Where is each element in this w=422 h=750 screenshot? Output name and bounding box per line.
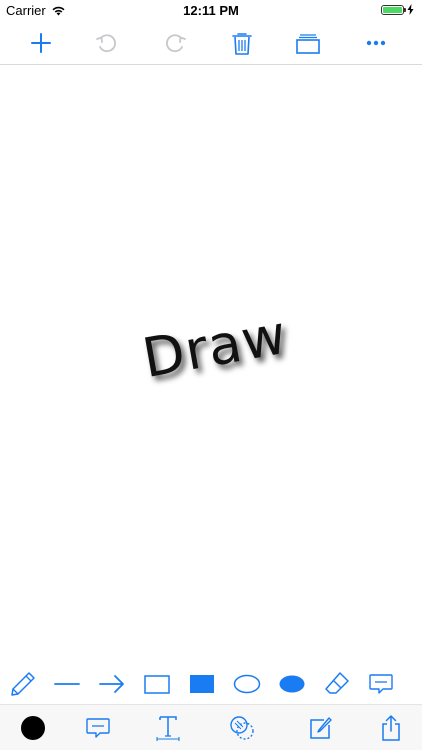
pencil-icon <box>11 672 35 696</box>
charging-bolt-icon <box>407 4 414 15</box>
more-icon <box>366 40 386 46</box>
text-tool-icon <box>156 716 180 741</box>
share-button[interactable] <box>373 711 409 745</box>
bottom-toolbar <box>0 704 422 750</box>
clock: 12:11 PM <box>183 3 239 18</box>
top-toolbar <box>0 22 422 65</box>
layers-icon <box>296 34 320 54</box>
add-icon <box>31 33 51 53</box>
redo-icon <box>166 34 186 53</box>
share-icon <box>382 715 400 741</box>
line-tool[interactable] <box>50 668 84 700</box>
shape-tools-row <box>0 664 422 704</box>
comment-icon <box>86 718 110 738</box>
text-tool-button[interactable] <box>150 711 186 745</box>
delete-button[interactable] <box>224 26 260 60</box>
callout-tool[interactable] <box>364 668 398 700</box>
undo-button[interactable] <box>89 26 125 60</box>
eraser-icon <box>325 672 349 694</box>
pencil-tool[interactable] <box>6 668 40 700</box>
edit-button[interactable] <box>303 711 339 745</box>
rectangle-outline-icon <box>144 675 170 694</box>
arrow-tool[interactable] <box>95 668 129 700</box>
status-bar: Carrier 12:11 PM <box>0 0 422 22</box>
line-icon <box>54 683 80 685</box>
add-button[interactable] <box>23 26 59 60</box>
redo-button[interactable] <box>157 26 193 60</box>
rectangle-outline-tool[interactable] <box>140 668 174 700</box>
ellipse-filled-icon <box>279 675 305 693</box>
rectangle-filled-tool[interactable] <box>185 668 219 700</box>
edit-icon <box>310 717 332 739</box>
more-button[interactable] <box>358 26 394 60</box>
ellipse-outline-tool[interactable] <box>230 668 264 700</box>
color-swatch <box>21 716 45 740</box>
trash-icon <box>232 33 252 55</box>
comment-button[interactable] <box>80 711 116 745</box>
rectangle-filled-icon <box>190 675 214 693</box>
arrow-icon <box>99 675 124 693</box>
battery-icon <box>381 4 406 15</box>
ellipse-outline-icon <box>233 674 261 694</box>
speech-bubble-icon <box>369 674 393 694</box>
color-picker-button[interactable] <box>15 711 51 745</box>
undo-icon <box>96 34 116 53</box>
layers-button[interactable] <box>290 26 326 60</box>
battery-indicator <box>381 4 414 15</box>
blend-icon <box>230 716 254 740</box>
ellipse-filled-tool[interactable] <box>275 668 309 700</box>
eraser-tool[interactable] <box>320 668 354 700</box>
blend-button[interactable] <box>224 711 260 745</box>
